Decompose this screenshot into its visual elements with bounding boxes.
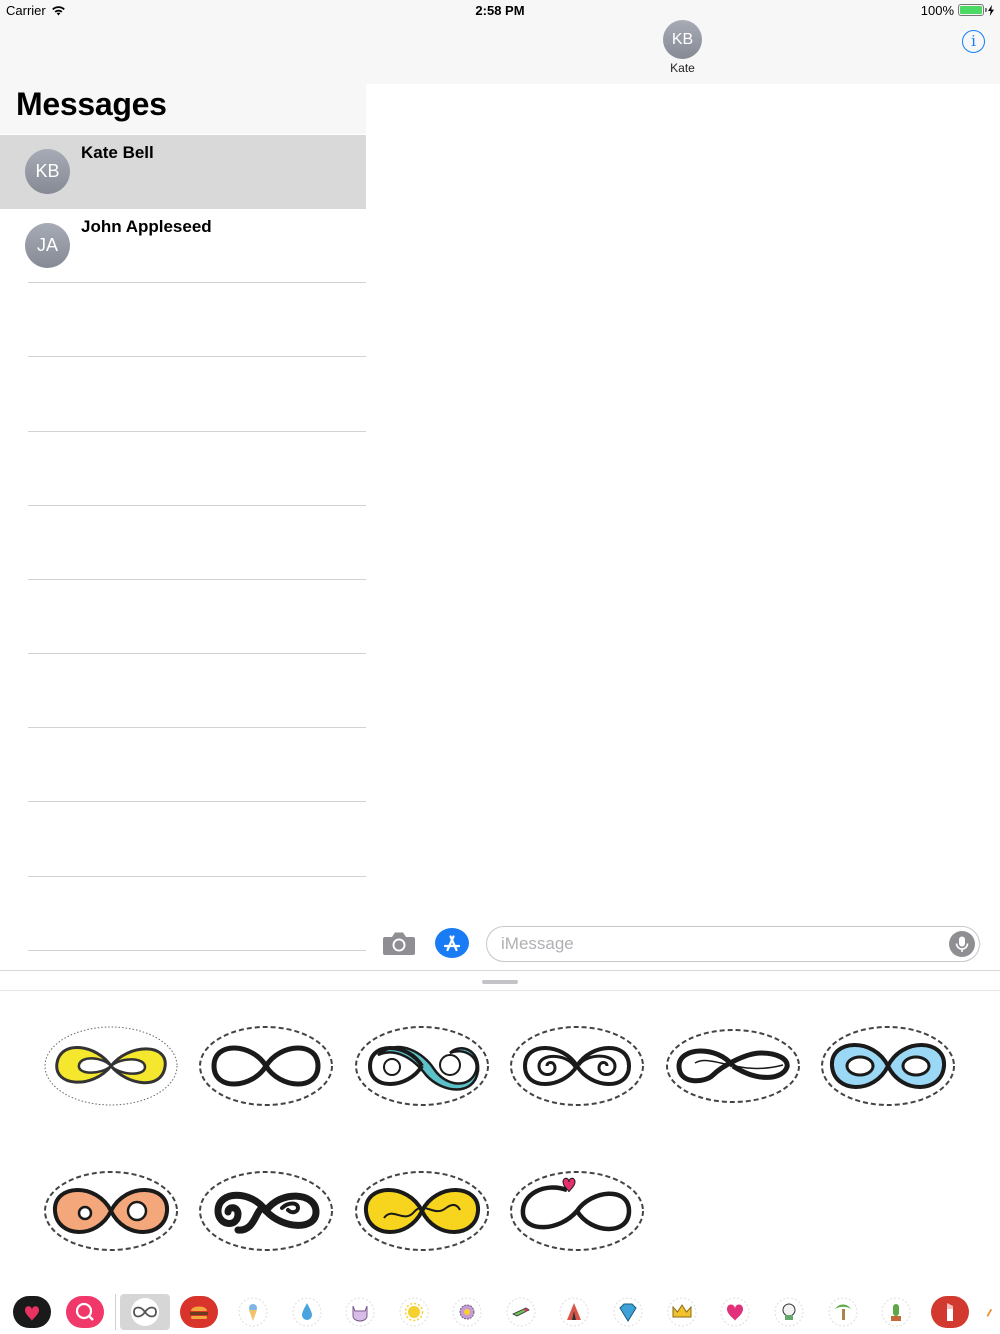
pencil-app-icon[interactable] — [985, 1296, 1000, 1328]
sun-app-icon[interactable] — [395, 1296, 433, 1328]
row-separator — [28, 579, 366, 580]
wifi-icon — [51, 5, 65, 15]
row-separator — [28, 876, 366, 877]
microphone-icon[interactable] — [948, 930, 976, 958]
rocket-app-icon[interactable] — [502, 1296, 540, 1328]
avatar: JA — [25, 223, 70, 268]
sticker-infinity-light-blue[interactable] — [820, 1023, 956, 1109]
tent-app-icon[interactable] — [555, 1296, 593, 1328]
heart-app-icon[interactable] — [716, 1296, 754, 1328]
crown-app-icon[interactable] — [663, 1296, 701, 1328]
sticker-infinity-double-swirl[interactable] — [509, 1023, 645, 1109]
imessage-input[interactable] — [486, 926, 980, 962]
sticker-infinity-yellow-squiggle[interactable] — [354, 1168, 490, 1254]
row-separator — [28, 431, 366, 432]
status-right: 100% — [921, 3, 994, 18]
sticker-infinity-peach[interactable] — [43, 1168, 179, 1254]
sticker-infinity-yellow[interactable] — [43, 1023, 179, 1109]
conversation-row-kate-bell[interactable]: KB Kate Bell — [0, 135, 366, 209]
contact-name[interactable]: Kate — [632, 61, 733, 75]
avatar: KB — [25, 149, 70, 194]
messages-app: Carrier 2:58 PM 100% Messages KB Kate Be… — [0, 0, 1000, 1334]
carrier-label: Carrier — [6, 2, 46, 18]
info-icon[interactable]: i — [962, 30, 985, 53]
strip-divider — [115, 1294, 116, 1330]
row-separator — [28, 653, 366, 654]
row-separator — [28, 727, 366, 728]
diamond-app-icon[interactable] — [609, 1296, 647, 1328]
camera-icon[interactable] — [382, 929, 416, 957]
message-transcript — [366, 84, 1000, 970]
cactus-app-icon[interactable] — [877, 1296, 915, 1328]
conversation-name: Kate Bell — [81, 143, 154, 162]
row-separator — [28, 950, 366, 951]
sticker-infinity-thin-stroke[interactable] — [665, 1023, 801, 1109]
water-drop-app-icon[interactable] — [288, 1296, 326, 1328]
sticker-infinity-black-curl[interactable] — [198, 1168, 334, 1254]
sidebar-header: Messages — [0, 0, 366, 134]
cat-app-icon[interactable] — [341, 1296, 379, 1328]
conversation-list-pane: Messages KB Kate Bell JA John Appleseed — [0, 0, 366, 970]
heart-sticker-app-icon[interactable] — [13, 1296, 51, 1328]
palm-tree-app-icon[interactable] — [824, 1296, 862, 1328]
sticker-drawer — [0, 970, 1000, 1334]
flower-app-icon[interactable] — [448, 1296, 486, 1328]
status-time: 2:58 PM — [475, 2, 525, 18]
charging-bolt-icon — [988, 4, 994, 16]
sticker-infinity-black-outline[interactable] — [198, 1023, 334, 1109]
row-separator — [28, 505, 366, 506]
imessage-app-strip — [0, 1290, 1000, 1334]
page-title: Messages — [16, 86, 167, 122]
lipstick-app-icon[interactable] — [931, 1296, 969, 1328]
contact-avatar[interactable]: KB — [663, 20, 702, 59]
row-separator — [28, 801, 366, 802]
status-left: Carrier — [6, 3, 66, 18]
infinity-app-icon[interactable] — [126, 1296, 164, 1328]
row-separator — [28, 282, 366, 283]
battery-icon — [958, 4, 987, 16]
sticker-infinity-teal-swirl[interactable] — [354, 1023, 490, 1109]
drawer-divider — [0, 990, 1000, 991]
status-bar: Carrier 2:58 PM 100% — [0, 0, 1000, 20]
ice-cream-app-icon[interactable] — [234, 1296, 272, 1328]
row-separator — [28, 356, 366, 357]
conversation-row-john-appleseed[interactable]: JA John Appleseed — [0, 209, 366, 283]
battery-level — [960, 6, 982, 14]
app-store-icon[interactable] — [434, 927, 470, 959]
skull-app-icon[interactable] — [770, 1296, 808, 1328]
burger-app-icon[interactable] — [180, 1296, 218, 1328]
sticker-infinity-heart[interactable] — [509, 1168, 645, 1254]
drawer-grabber-handle[interactable] — [482, 980, 518, 984]
search-sticker-app-icon[interactable] — [66, 1296, 104, 1328]
conversation-name: John Appleseed — [81, 217, 212, 236]
battery-percent: 100% — [920, 2, 954, 18]
